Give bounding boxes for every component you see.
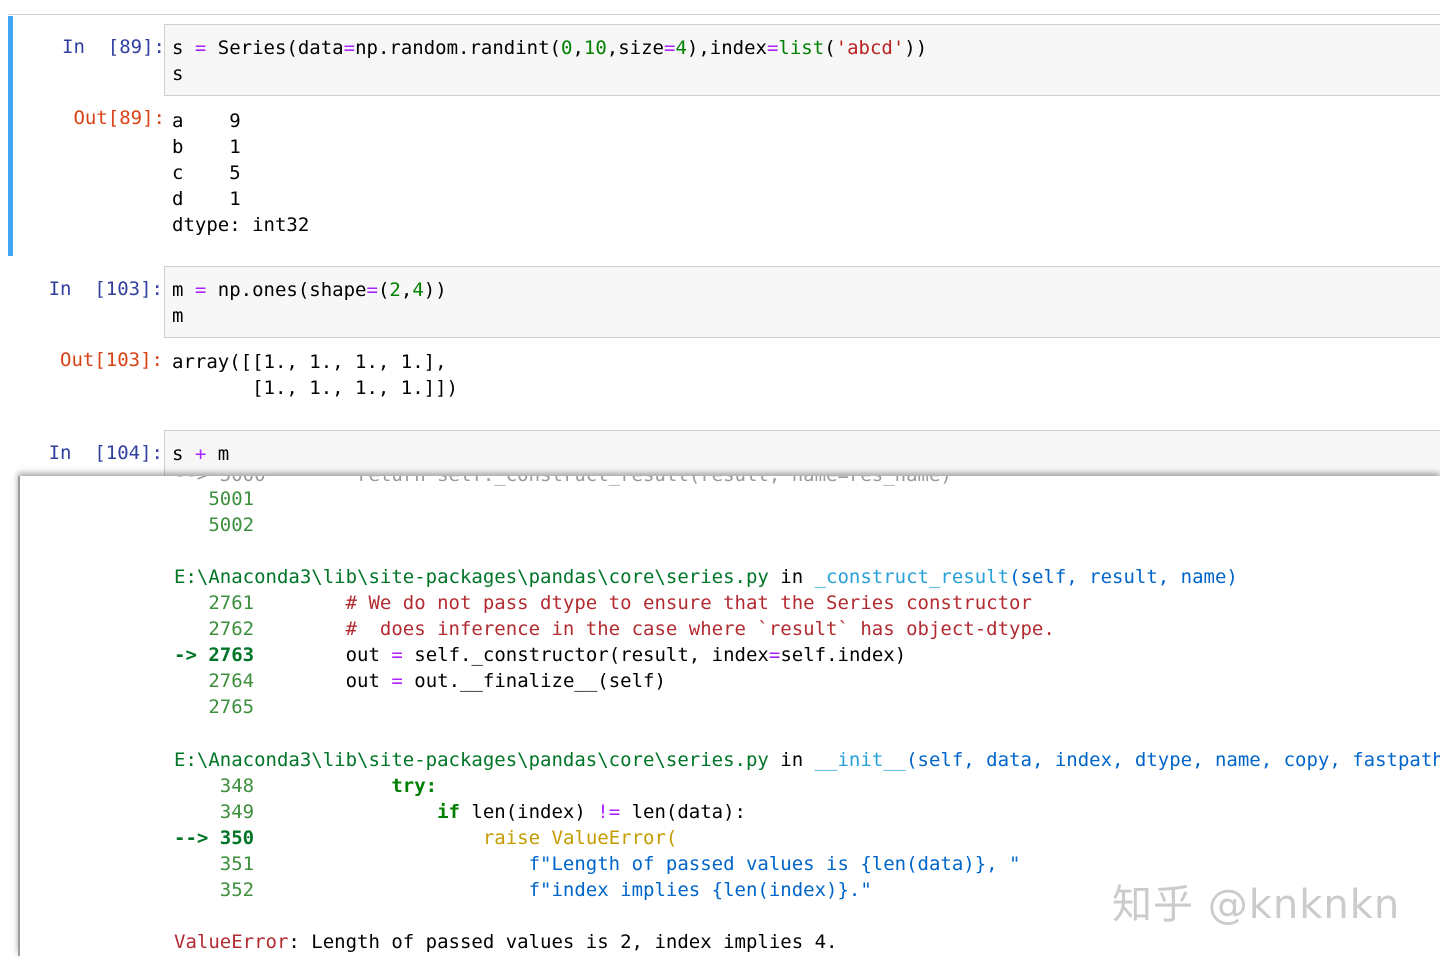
watermark: 知乎 @knknkn: [1112, 882, 1401, 928]
traceback-line: 2761 # We do not pass dtype to ensure th…: [174, 592, 1032, 614]
code-input-area[interactable]: [164, 430, 1440, 480]
input-prompt: In [89]:: [62, 36, 165, 58]
code-cell-89[interactable]: In [89]: s = Series(data=np.random.randi…: [8, 16, 1440, 256]
error-message: ValueError: Length of passed values is 2…: [174, 931, 838, 953]
traceback-line-cut: --> 5000 return self._construct_result(r…: [174, 476, 952, 488]
input-prompt: In [103]:: [48, 278, 163, 300]
traceback-line: 349 if len(index) != len(data):: [174, 801, 746, 823]
traceback-current-line: --> 350 raise ValueError(: [174, 827, 678, 849]
code-line: s = Series(data=np.random.randint(0,10,s…: [172, 37, 928, 59]
output-prompt: Out[89]:: [73, 107, 165, 129]
notebook-top-border: [8, 14, 1440, 15]
traceback-frame-header: E:\Anaconda3\lib\site-packages\pandas\co…: [174, 566, 1238, 588]
code-cell-104[interactable]: In [104]: s + m: [8, 422, 1440, 480]
code-line: s: [172, 63, 184, 85]
traceback-line: 352 f"index implies {len(index)}.": [174, 879, 872, 901]
traceback-line-number: 5001: [174, 488, 255, 510]
code-line: m: [172, 305, 184, 327]
traceback-line: 351 f"Length of passed values is {len(da…: [174, 853, 1021, 875]
traceback-current-line: -> 2763 out = self._constructor(result, …: [174, 644, 907, 666]
code-line: s + m: [172, 443, 230, 465]
traceback-line: 2762 # does inference in the case where …: [174, 618, 1055, 640]
output-line: c 5: [172, 162, 241, 184]
output-prompt: Out[103]:: [60, 349, 163, 371]
output-line: array([[1., 1., 1., 1.],: [172, 351, 447, 373]
output-line: d 1: [172, 188, 241, 210]
traceback-frame-header: E:\Anaconda3\lib\site-packages\pandas\co…: [174, 749, 1440, 771]
code-line: m = np.ones(shape=(2,4)): [172, 279, 447, 301]
output-line: dtype: int32: [172, 214, 310, 236]
traceback-line-number: 2765: [174, 696, 255, 718]
output-line: a 9: [172, 110, 241, 132]
traceback-line-number: 5002: [174, 514, 255, 536]
traceback-line: 348 try:: [174, 775, 438, 797]
traceback-line: 2764 out = out.__finalize__(self): [174, 670, 666, 692]
input-prompt: In [104]:: [48, 442, 163, 464]
output-line: [1., 1., 1., 1.]]): [172, 377, 458, 399]
code-cell-103[interactable]: In [103]: m = np.ones(shape=(2,4)) m Out…: [8, 258, 1440, 418]
output-line: b 1: [172, 136, 241, 158]
